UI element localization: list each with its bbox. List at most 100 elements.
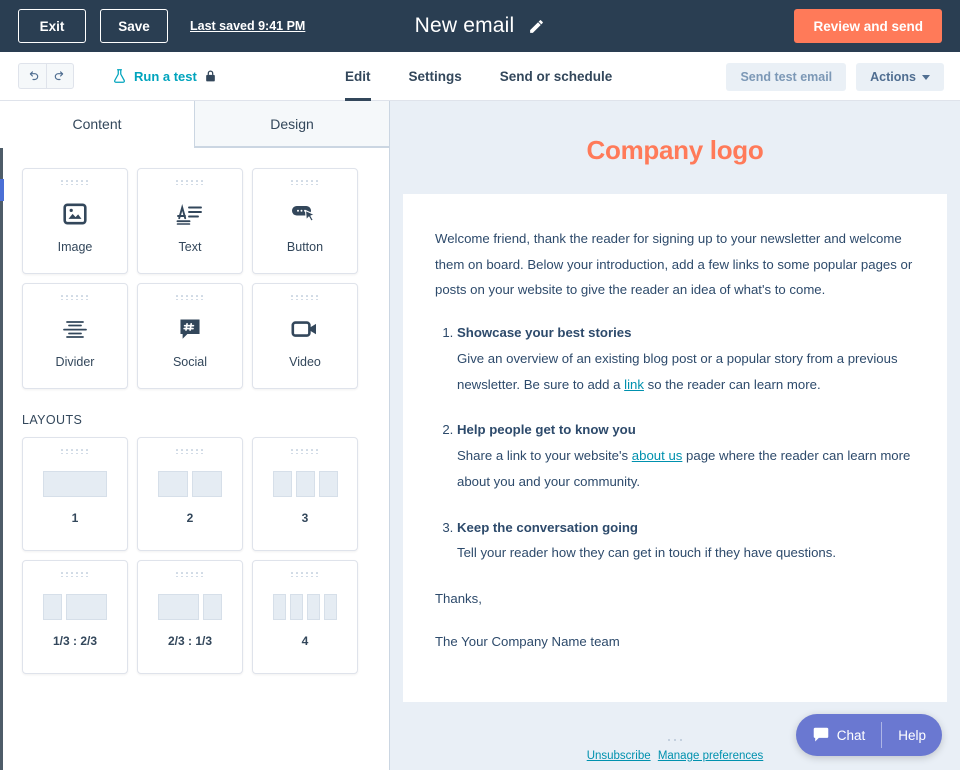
company-logo-text[interactable]: Company logo: [390, 101, 960, 194]
pencil-icon[interactable]: [528, 18, 545, 35]
editor-tabs: Edit Settings Send or schedule: [345, 52, 612, 101]
layout-preview: [43, 592, 107, 622]
module-label: Video: [289, 355, 321, 369]
email-inline-link[interactable]: about us: [632, 448, 683, 463]
drag-handle-icon[interactable]: [61, 572, 89, 577]
chat-label: Chat: [837, 728, 866, 743]
email-list-item: Showcase your best storiesGive an overvi…: [457, 320, 925, 397]
unsubscribe-link[interactable]: Unsubscribe: [587, 750, 651, 762]
chat-bubble-icon: [812, 727, 830, 743]
module-card-social[interactable]: Social: [137, 283, 243, 389]
sidebar-tabs: Content Design: [0, 101, 389, 148]
email-numbered-list: Showcase your best storiesGive an overvi…: [457, 320, 925, 566]
layout-grid: 1 2 3 1/3 : 2/3 2/3 : 1/3 4: [22, 437, 367, 674]
sidebar-body: Image Text Button Divider Social Video LAYOUT…: [0, 148, 389, 684]
layout-card-1[interactable]: 1: [22, 437, 128, 551]
page-title: New email: [415, 14, 515, 38]
redo-button[interactable]: [46, 63, 74, 89]
email-list-item-title: Keep the conversation going: [457, 515, 925, 541]
module-card-button[interactable]: Button: [252, 168, 358, 274]
footer-drag-dots: [668, 739, 682, 741]
actions-dropdown[interactable]: Actions: [856, 63, 944, 91]
video-camera-icon: [291, 314, 319, 344]
email-preview-canvas: Company logo Welcome friend, thank the r…: [390, 101, 960, 770]
email-signoff: Thanks,: [435, 586, 925, 612]
drag-handle-icon[interactable]: [176, 572, 204, 577]
layout-preview: [158, 592, 222, 622]
last-saved-label[interactable]: Last saved 9:41 PM: [190, 19, 305, 33]
drag-handle-icon[interactable]: [291, 449, 319, 454]
drag-handle-icon[interactable]: [291, 572, 319, 577]
module-label: Divider: [56, 355, 95, 369]
lock-icon: [204, 69, 217, 83]
chevron-down-icon: [922, 75, 930, 80]
layout-preview: [43, 469, 107, 499]
top-bar: Exit Save Last saved 9:41 PM New email R…: [0, 0, 960, 52]
undo-icon: [26, 69, 40, 83]
layout-card-3[interactable]: 3: [252, 437, 358, 551]
exit-button[interactable]: Exit: [18, 9, 86, 43]
drag-handle-icon[interactable]: [291, 295, 319, 300]
chat-button[interactable]: Chat: [796, 714, 882, 756]
divider-icon: [62, 314, 88, 344]
tab-settings[interactable]: Settings: [409, 52, 462, 101]
drag-handle-icon[interactable]: [176, 295, 204, 300]
layout-label: 1: [72, 511, 79, 525]
run-a-test-label: Run a test: [134, 69, 197, 84]
layout-label: 4: [302, 634, 309, 648]
toolbar: Run a test Edit Settings Send or schedul…: [0, 52, 960, 101]
layout-card-2-3-1-3[interactable]: 2/3 : 1/3: [137, 560, 243, 674]
layout-label: 2: [187, 511, 194, 525]
help-button[interactable]: Help: [882, 714, 942, 756]
layout-preview: [273, 592, 337, 622]
layout-card-1-3-2-3[interactable]: 1/3 : 2/3: [22, 560, 128, 674]
drag-handle-icon[interactable]: [176, 180, 204, 185]
tab-edit[interactable]: Edit: [345, 52, 371, 101]
save-button[interactable]: Save: [100, 9, 168, 43]
button-cursor-icon: [290, 199, 320, 229]
layout-card-2[interactable]: 2: [137, 437, 243, 551]
layout-label: 2/3 : 1/3: [168, 634, 212, 648]
email-list-item-title: Showcase your best stories: [457, 320, 925, 346]
module-label: Text: [179, 240, 202, 254]
drag-handle-icon[interactable]: [61, 449, 89, 454]
manage-preferences-link[interactable]: Manage preferences: [658, 750, 763, 762]
module-card-text[interactable]: Text: [137, 168, 243, 274]
tab-content[interactable]: Content: [0, 101, 194, 147]
layouts-heading: LAYOUTS: [22, 413, 367, 427]
help-label: Help: [898, 728, 926, 743]
email-list-item-body: Tell your reader how they can get in tou…: [457, 540, 925, 566]
email-inline-link[interactable]: link: [624, 377, 644, 392]
module-card-image[interactable]: Image: [22, 168, 128, 274]
email-list-item-title: Help people get to know you: [457, 417, 925, 443]
actions-label: Actions: [870, 70, 916, 84]
tab-send-or-schedule[interactable]: Send or schedule: [500, 52, 613, 101]
email-editor-app: Exit Save Last saved 9:41 PM New email R…: [0, 0, 960, 770]
drag-handle-icon[interactable]: [61, 295, 89, 300]
text-icon: [176, 199, 204, 229]
email-body-card[interactable]: Welcome friend, thank the reader for sig…: [403, 194, 947, 702]
run-a-test-button[interactable]: Run a test: [112, 68, 217, 84]
email-list-item: Keep the conversation goingTell your rea…: [457, 515, 925, 566]
module-card-video[interactable]: Video: [252, 283, 358, 389]
module-label: Image: [58, 240, 93, 254]
tab-design[interactable]: Design: [194, 101, 389, 147]
layout-label: 3: [302, 511, 309, 525]
module-card-divider[interactable]: Divider: [22, 283, 128, 389]
layout-label: 1/3 : 2/3: [53, 634, 97, 648]
review-and-send-button[interactable]: Review and send: [794, 9, 942, 43]
undo-button[interactable]: [18, 63, 46, 89]
send-test-email-button[interactable]: Send test email: [726, 63, 846, 91]
undo-redo-group: [18, 63, 74, 89]
drag-handle-icon[interactable]: [291, 180, 319, 185]
module-grid: Image Text Button Divider Social Video: [22, 168, 367, 389]
drag-handle-icon[interactable]: [176, 449, 204, 454]
email-intro-paragraph: Welcome friend, thank the reader for sig…: [435, 226, 925, 303]
email-list-item: Help people get to know youShare a link …: [457, 417, 925, 494]
sidebar-accent-marker: [0, 179, 4, 201]
layout-card-4[interactable]: 4: [252, 560, 358, 674]
chat-widget: Chat Help: [796, 714, 942, 756]
email-rich-text[interactable]: Welcome friend, thank the reader for sig…: [435, 226, 925, 655]
toolbar-actions: Send test email Actions: [726, 63, 944, 91]
drag-handle-icon[interactable]: [61, 180, 89, 185]
